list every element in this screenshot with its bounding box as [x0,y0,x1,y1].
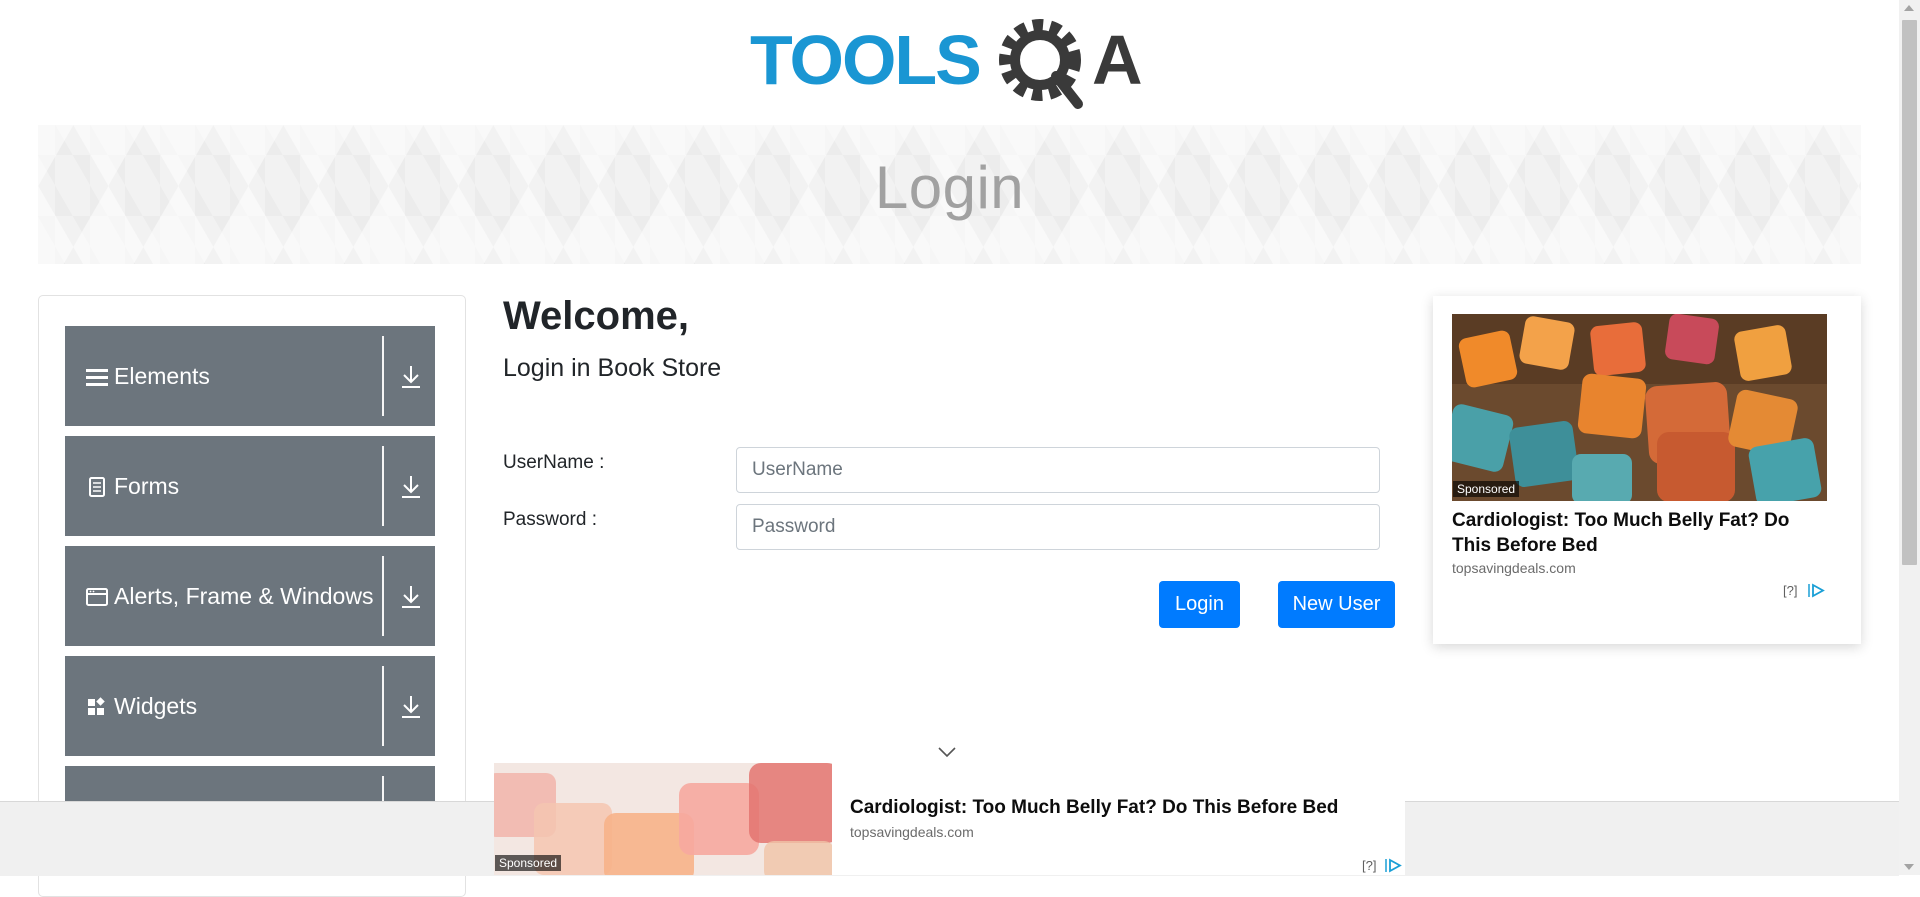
scroll-down-icon[interactable] [1904,864,1914,870]
page-scrollbar[interactable] [1899,0,1920,875]
ad-image[interactable] [1452,314,1827,501]
menu-group-label: Elements [114,363,210,389]
ad-help-link[interactable]: [?] [1362,858,1376,873]
sidebar-ad[interactable]: Sponsored Cardiologist: Too Much Belly F… [1433,296,1861,644]
new-user-button[interactable]: New User [1278,581,1395,628]
page-banner: Login [38,125,1861,264]
username-label: UserName : [503,452,605,473]
download-icon [402,476,420,498]
password-input[interactable] [736,504,1380,550]
menu-group-forms[interactable]: Forms [65,436,435,536]
sponsored-badge: Sponsored [495,855,562,871]
download-icon [402,586,420,608]
menu-divider [382,336,384,416]
logo-a-text: A [1092,21,1143,99]
sponsored-badge: Sponsored [1453,481,1520,497]
bottom-ad[interactable]: Sponsored Cardiologist: Too Much Belly F… [494,763,1405,875]
ad-headline[interactable]: Cardiologist: Too Much Belly Fat? Do Thi… [850,797,1338,819]
logo-tools-text: TOOLS [750,21,980,99]
password-label: Password : [503,509,597,530]
welcome-heading: Welcome, [503,294,689,338]
menu-divider [382,556,384,636]
ad-help-link[interactable]: [?] [1783,583,1797,598]
menu-group-label: Forms [114,473,180,499]
login-subtitle: Login in Book Store [503,354,722,382]
ad-domain[interactable]: topsavingdeals.com [1452,560,1576,576]
adchoices-icon[interactable] [1807,583,1825,598]
adchoices-icon[interactable] [1384,858,1402,873]
menu-divider [382,446,384,526]
document-icon [89,477,105,497]
hamburger-icon [86,369,108,386]
page-title: Login [874,154,1025,221]
menu-group-label: Widgets [114,693,198,719]
login-button[interactable]: Login [1159,581,1240,628]
window-icon [86,588,108,606]
menu-group-label: Alerts, Frame & Windows [114,583,374,609]
download-icon [402,366,420,388]
widgets-icon [88,697,105,715]
scroll-up-icon[interactable] [1904,5,1914,11]
menu-divider [382,666,384,746]
chevron-down-icon[interactable] [938,746,956,758]
download-icon [402,696,420,718]
menu-group-elements[interactable]: Elements [65,326,435,426]
scrollbar-thumb[interactable] [1902,20,1917,565]
gear-magnifier-icon [999,19,1083,109]
ad-domain[interactable]: topsavingdeals.com [850,824,974,840]
ad-headline[interactable]: Cardiologist: Too Much Belly Fat? Do Thi… [1452,508,1832,558]
menu-group-widgets[interactable]: Widgets [65,656,435,756]
username-input[interactable] [736,447,1380,493]
menu-group-alerts-frame-windows[interactable]: Alerts, Frame & Windows [65,546,435,646]
toolsqa-logo[interactable]: TOOLS A [750,18,1155,114]
